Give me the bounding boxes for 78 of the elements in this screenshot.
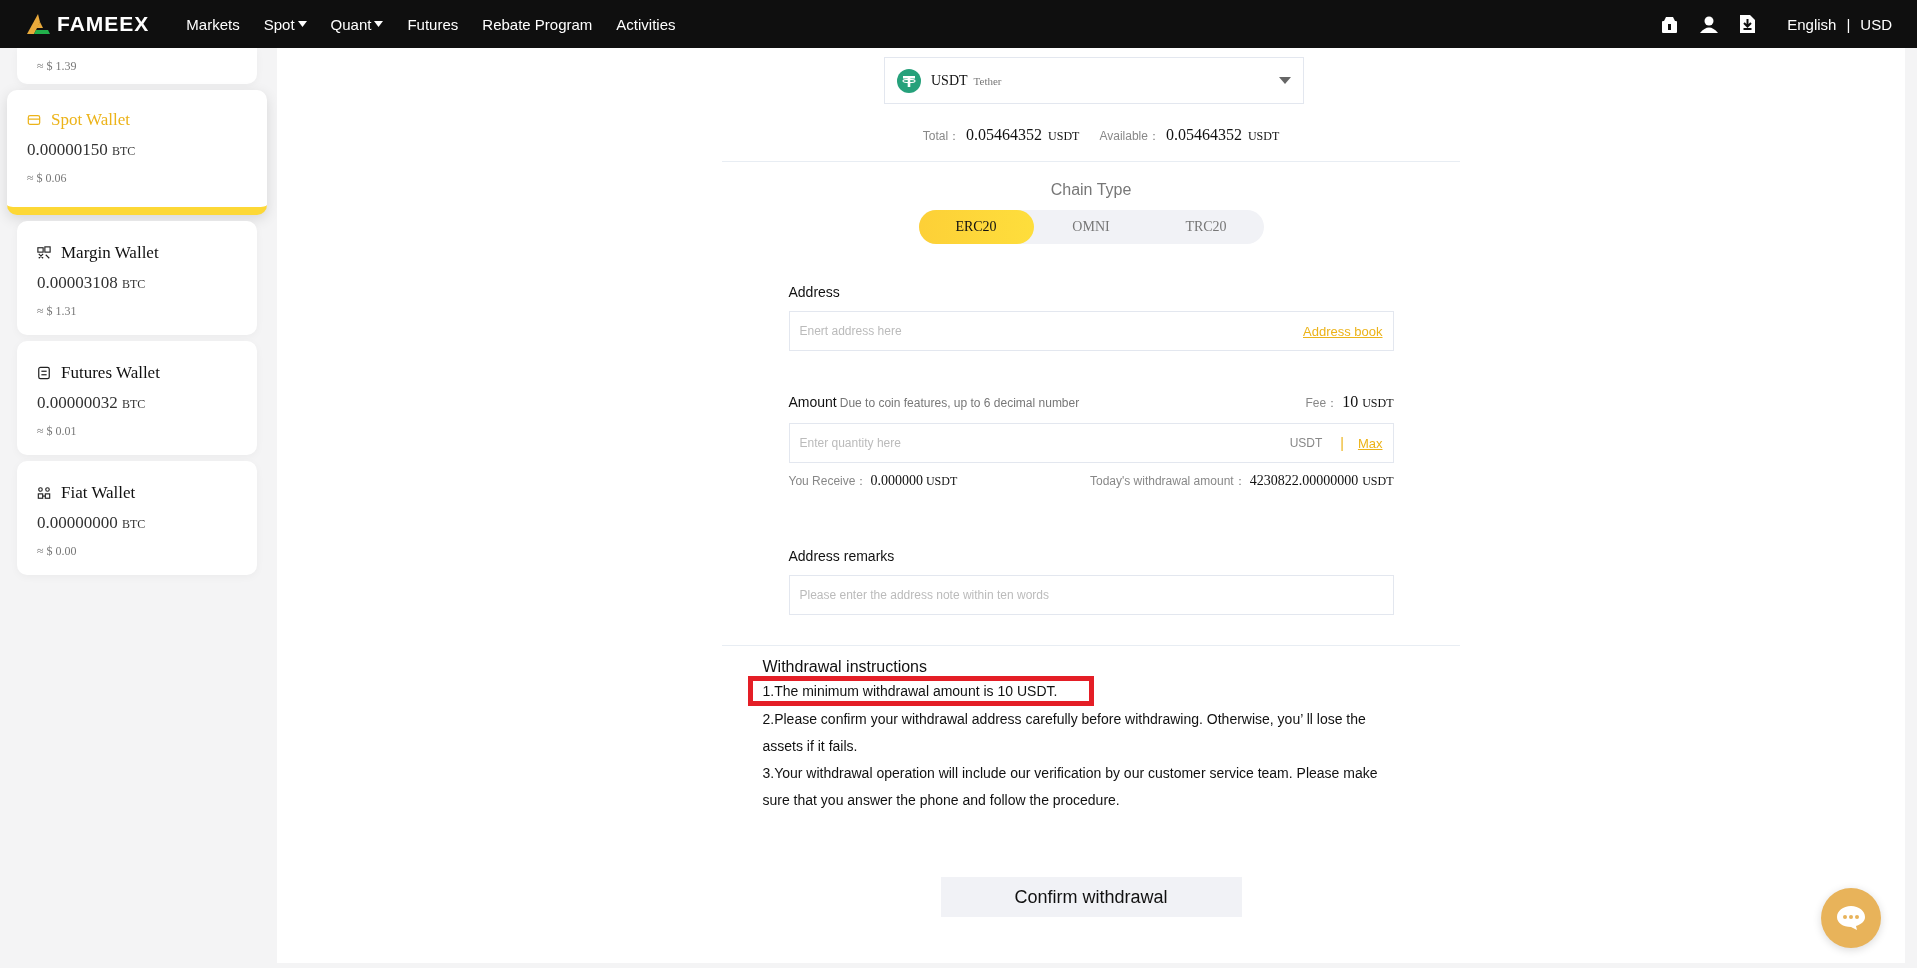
currency-selector[interactable]: USD xyxy=(1860,15,1892,33)
amount-field[interactable]: Enter quantity here USDT | Max xyxy=(788,423,1394,463)
total-value: 0.05464352 xyxy=(966,126,1043,144)
bitcoin-bag-icon[interactable] xyxy=(1661,15,1679,33)
nav-link[interactable]: Futures xyxy=(407,15,459,33)
instructions-title: Withdrawal instructions xyxy=(762,658,928,676)
wallet-card[interactable]: Margin Wallet 0.00003108 BTC ≈ $ 1.31 xyxy=(17,221,257,335)
nav-link[interactable]: Markets xyxy=(186,15,240,33)
chain-tab[interactable]: OMNI xyxy=(1033,210,1149,244)
unit-text: USDT xyxy=(1247,129,1280,144)
usd-value: ≈ $ 0.00 xyxy=(37,544,78,559)
unit-text: BTC xyxy=(122,277,146,291)
fee-value: 10 xyxy=(1342,393,1359,411)
chain-tab[interactable]: TRC20 xyxy=(1148,210,1264,244)
unit-text: BTC xyxy=(122,517,146,531)
chat-icon xyxy=(1836,905,1866,931)
unit-text: USDT xyxy=(925,474,958,489)
document-icon xyxy=(37,366,51,380)
download-icon[interactable] xyxy=(1740,15,1756,33)
wallet-card[interactable]: ≈ $ 1.39 xyxy=(17,48,257,84)
wallet-amount: 0.00000032 xyxy=(37,393,118,412)
coin-symbol: USDT xyxy=(931,72,968,89)
receive-label: You Receive： xyxy=(788,473,868,490)
wallet-amount: 0.00000000 xyxy=(37,513,118,532)
card-icon xyxy=(27,113,41,127)
remarks-label: Address remarks xyxy=(788,548,896,564)
total-label: Total： xyxy=(922,128,961,145)
wallet-name: Spot Wallet xyxy=(51,110,131,130)
instruction-text: 2.Please confirm your withdrawal address carefully before withdrawing. Otherwise, you’ ll lose the assets if it fails. xyxy=(762,710,1367,756)
logo-icon xyxy=(27,14,53,34)
nav-link[interactable]: Activities xyxy=(616,15,676,33)
receive-value: 0.000000 xyxy=(870,473,923,489)
usd-value: ≈ $ 0.01 xyxy=(37,424,78,439)
wallet-name: Futures Wallet xyxy=(61,363,160,383)
unit-text: USDT xyxy=(1048,129,1080,144)
withdrawal-amount-label: Today's withdrawal amount： xyxy=(1089,473,1246,490)
wallet-amount: 0.00003108 xyxy=(37,273,118,292)
usd-value: ≈ $ 1.39 xyxy=(37,58,77,74)
usd-value: ≈ $ 1.31 xyxy=(37,304,78,319)
wallet-card[interactable]: Spot Wallet 0.00000150 BTC ≈ $ 0.06 xyxy=(7,90,267,215)
coin-select[interactable]: USDT Tether xyxy=(884,57,1304,104)
separator-text: | xyxy=(1340,435,1344,451)
user-icon[interactable] xyxy=(1700,15,1719,33)
wallet-name: Fiat Wallet xyxy=(61,483,136,503)
unit-text: BTC xyxy=(112,144,136,158)
wallet-card[interactable]: Futures Wallet 0.00000032 BTC ≈ $ 0.01 xyxy=(17,341,257,455)
instruction-text: 1.The minimum withdrawal amount is 10 USDT. xyxy=(747,676,1095,706)
caret-icon xyxy=(1279,77,1291,84)
amount-hint: Due to coin features, up to 6 decimal number xyxy=(839,396,1080,410)
unit-text: BTC xyxy=(122,397,146,411)
language-selector[interactable]: English xyxy=(1787,15,1837,33)
instruction-text: 3.Your withdrawal operation will include our verification by our customer service team. Please make sure that you answer the phone and follow the procedure. xyxy=(762,764,1379,810)
blocks-icon xyxy=(37,246,51,260)
wallet-card[interactable]: Fiat Wallet 0.00000000 BTC ≈ $ 0.00 xyxy=(17,461,257,575)
nav-link[interactable]: Rebate Program xyxy=(482,15,593,33)
logo-text[interactable]: FAMEEX xyxy=(57,12,150,36)
chain-tab[interactable]: ERC20 xyxy=(918,210,1034,244)
withdrawal-amount-value: 4230822.00000000 xyxy=(1249,473,1359,489)
coin-name: Tether xyxy=(973,74,1002,87)
available-label: Available： xyxy=(1099,128,1160,145)
available-value: 0.05464352 xyxy=(1165,126,1242,144)
unit-text: USDT xyxy=(1362,396,1394,411)
tether-coin-icon xyxy=(897,68,921,93)
wallet-amount: 0.00000150 xyxy=(27,140,108,159)
unit-text: USDT xyxy=(1289,436,1323,450)
usd-value: ≈ $ 0.06 xyxy=(27,171,68,186)
nav-link[interactable]: Quant xyxy=(330,15,384,33)
nodes-icon xyxy=(37,486,51,500)
nav-link[interactable]: Spot xyxy=(263,15,307,33)
chain-type-title: Chain Type xyxy=(1050,181,1132,199)
confirm-withdrawal-button[interactable]: Confirm withdrawal xyxy=(940,877,1242,917)
fee-label: Fee： xyxy=(1305,395,1339,412)
unit-text: USDT xyxy=(1362,474,1394,489)
wallet-name: Margin Wallet xyxy=(61,243,159,263)
separator-text: | xyxy=(1846,15,1851,33)
amount-label: Amount xyxy=(788,394,837,410)
remarks-field[interactable]: Please enter the address note within ten words xyxy=(788,575,1394,615)
address-label: Address xyxy=(788,284,841,300)
